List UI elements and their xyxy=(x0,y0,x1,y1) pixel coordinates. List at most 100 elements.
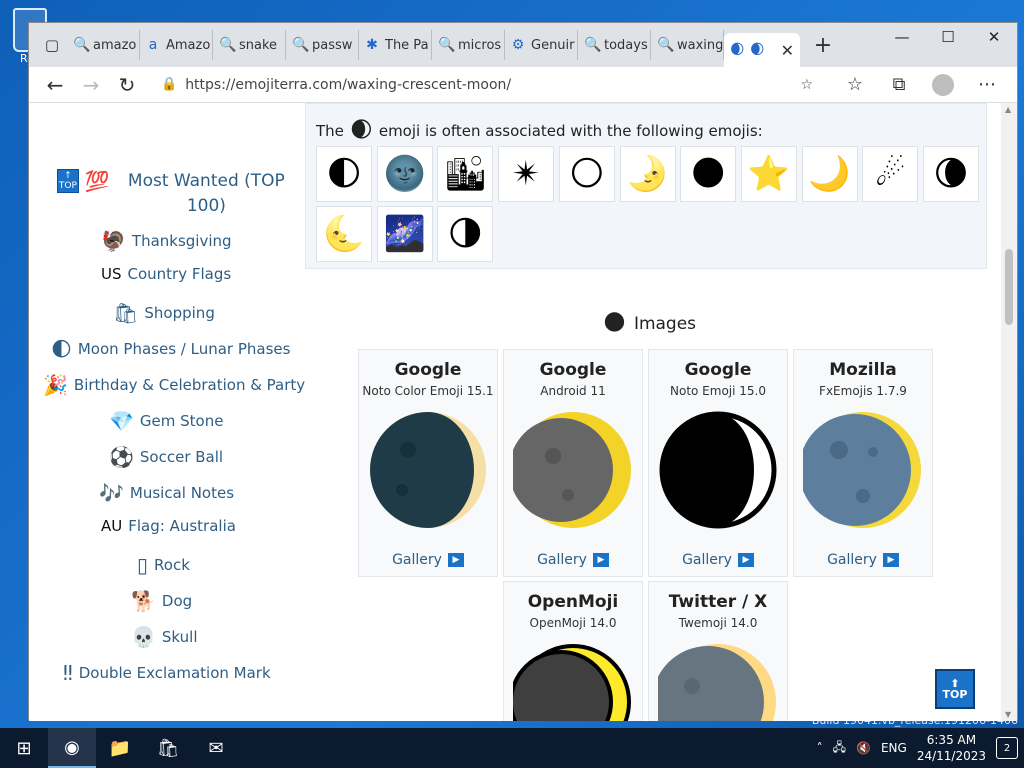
related-emoji-tile[interactable]: 🌜 xyxy=(316,206,372,262)
image-card-google: Google Android 11 Gallery ▶ xyxy=(503,349,643,577)
related-emoji-tile[interactable]: ⭐ xyxy=(740,146,797,202)
play-icon: ▶ xyxy=(737,553,754,567)
tab-8[interactable]: 🔍 waxing xyxy=(651,30,724,60)
tab-1[interactable]: a Amazo xyxy=(140,30,213,60)
related-emoji-tile[interactable]: ☄ xyxy=(862,146,919,202)
gallery-link[interactable]: Gallery ▶ xyxy=(504,552,642,568)
chevron-up-icon[interactable]: ˄ xyxy=(817,741,823,755)
clock-time: 6:35 AM xyxy=(926,733,977,747)
sidebar-item-birthday-celebration-party[interactable]: 🎉 Birthday & Celebration & Party xyxy=(43,373,305,397)
sidebar-item-dog[interactable]: 🐕 Dog xyxy=(131,589,192,613)
profile-button[interactable] xyxy=(921,70,965,100)
related-caption: The 🌒 emoji is often associated with the… xyxy=(316,118,763,143)
scroll-up-icon[interactable]: ▲ xyxy=(1005,105,1011,114)
minimize-button[interactable]: — xyxy=(879,23,925,51)
tab-5[interactable]: 🔍 micros xyxy=(432,30,505,60)
sidebar-item-thanksgiving[interactable]: 🦃 Thanksgiving xyxy=(101,229,232,253)
refresh-button[interactable]: ↻ xyxy=(109,70,145,100)
network-icon[interactable]: 🖧 xyxy=(833,738,846,759)
taskbar: ⊞ ◉ 📁 🛍 ✉ ˄ 🖧 🔇 ENG 6:35 AM 24/11/2023 2 xyxy=(0,728,1024,768)
file-explorer-icon[interactable]: 📁 xyxy=(96,728,144,768)
sidebar-item-label: Skull xyxy=(161,628,198,646)
sidebar-item-musical-notes[interactable]: 🎶 Musical Notes xyxy=(99,481,234,505)
related-emoji-tile[interactable]: 🏙 xyxy=(437,146,494,202)
tab-strip: 🔍 amazo a Amazo 🔍 snake 🔍 passw ✱ The Pa 🔍 micros ⚙ G… xyxy=(67,30,724,60)
notification-center-icon[interactable]: 2 xyxy=(996,737,1018,759)
sidebar-item-shopping[interactable]: 🛍 Shopping xyxy=(113,301,215,325)
clock[interactable]: 6:35 AM 24/11/2023 xyxy=(917,732,986,764)
forward-button[interactable]: → xyxy=(73,70,109,100)
tab-favicon-icon: 🔍 xyxy=(292,37,310,53)
sidebar-item-icon: 💎 xyxy=(109,409,134,433)
tab-2[interactable]: 🔍 snake xyxy=(213,30,286,60)
close-tab-icon[interactable]: ✕ xyxy=(781,41,794,60)
sidebar-item-icon: 🎉 xyxy=(43,373,68,397)
sidebar-item-country-flags[interactable]: US Country Flags xyxy=(101,265,231,283)
add-favorite-icon[interactable]: ☆ xyxy=(800,77,813,93)
related-emoji-tile[interactable]: 🌗 xyxy=(437,206,494,262)
sidebar-item-soccer-ball[interactable]: ⚽ Soccer Ball xyxy=(109,445,223,469)
most-wanted-link[interactable]: ↑ TOP 💯 Most Wanted (TOP 100) xyxy=(57,169,297,219)
tab-6[interactable]: ⚙ Genuir xyxy=(505,30,578,60)
sidebar-item-skull[interactable]: 💀 Skull xyxy=(131,625,198,649)
card-vendor: Google xyxy=(539,360,607,380)
new-tab-button[interactable]: + xyxy=(806,33,840,58)
tab-0[interactable]: 🔍 amazo xyxy=(67,30,140,60)
store-icon[interactable]: 🛍 xyxy=(144,728,192,768)
related-emoji-icon: 🌑 xyxy=(690,154,726,194)
related-emoji-tile[interactable]: 🌕 xyxy=(558,146,615,202)
sidebar-item-icon: 🦃 xyxy=(101,229,126,253)
related-emoji-tile[interactable]: 🌚 xyxy=(376,146,433,202)
language-indicator[interactable]: ENG xyxy=(881,741,907,755)
edge-taskbar-icon[interactable]: ◉ xyxy=(48,728,96,768)
gallery-link[interactable]: Gallery ▶ xyxy=(359,552,497,568)
top-label: TOP xyxy=(942,688,968,701)
close-window-button[interactable]: ✕ xyxy=(971,23,1017,51)
play-icon: ▶ xyxy=(592,553,609,567)
tab-7[interactable]: 🔍 todays xyxy=(578,30,651,60)
back-to-top-button[interactable]: ⬆ TOP xyxy=(935,669,975,709)
related-emoji-icon: 🌙 xyxy=(808,154,851,194)
mail-icon[interactable]: ✉ xyxy=(192,728,240,768)
related-emoji-tile[interactable]: 🌓 xyxy=(316,146,372,202)
related-emoji-tile[interactable]: 🌙 xyxy=(801,146,858,202)
gallery-label: Gallery xyxy=(827,552,877,568)
start-button[interactable]: ⊞ xyxy=(0,728,48,768)
sidebar-item-rock[interactable]: ▯ Rock xyxy=(137,553,190,577)
sidebar-item-icon: 🛍 xyxy=(113,301,139,325)
related-emoji-tile[interactable]: 🌌 xyxy=(376,206,433,262)
sidebar-item-gem-stone[interactable]: 💎 Gem Stone xyxy=(109,409,223,433)
sidebar-item-moon-phases-lunar-phases[interactable]: 🌓 Moon Phases / Lunar Phases xyxy=(51,337,290,361)
window-controls: — ☐ ✕ xyxy=(879,23,1017,51)
related-emoji-tile[interactable]: 🌛 xyxy=(619,146,676,202)
sidebar-item-double-exclamation-mark[interactable]: ‼ Double Exclamation Mark xyxy=(63,661,271,685)
related-emoji-tile[interactable]: 🌘 xyxy=(923,146,979,202)
tab-actions-icon[interactable]: ▢ xyxy=(37,30,67,60)
tab-4[interactable]: ✱ The Pa xyxy=(359,30,432,60)
image-card-twitter-x: Twitter / X Twemoji 14.0 xyxy=(648,581,788,721)
url-field[interactable]: 🔒 https://emojiterra.com/waxing-crescent… xyxy=(151,70,823,100)
scrollbar[interactable]: ▲ ▼ xyxy=(1001,103,1017,721)
top-badge-icon: ↑ TOP xyxy=(57,169,79,193)
related-emoji-tile[interactable]: 🌑 xyxy=(680,146,737,202)
gallery-link[interactable]: Gallery ▶ xyxy=(794,552,932,568)
back-button[interactable]: ← xyxy=(37,70,73,100)
related-emoji-tile[interactable]: ✴ xyxy=(498,146,555,202)
url-text: https://emojiterra.com/waxing-crescent-m… xyxy=(185,76,512,93)
tab-3[interactable]: 🔍 passw xyxy=(286,30,359,60)
scrollbar-thumb[interactable] xyxy=(1005,249,1013,325)
maximize-button[interactable]: ☐ xyxy=(925,23,971,51)
sidebar-item-flag-australia[interactable]: AU Flag: Australia xyxy=(101,517,236,535)
tab-active[interactable]: 🌒 🌒 ✕ xyxy=(724,33,800,67)
sidebar-item-label: Rock xyxy=(154,556,190,574)
related-emoji-icon: 🌕 xyxy=(569,154,605,194)
favorites-icon[interactable]: ☆ xyxy=(833,70,877,100)
scroll-down-icon[interactable]: ▼ xyxy=(1005,710,1011,719)
volume-muted-icon[interactable]: 🔇 xyxy=(856,741,871,755)
collections-icon[interactable]: ⧉ xyxy=(877,70,921,100)
gallery-link[interactable]: Gallery ▶ xyxy=(649,552,787,568)
card-version: OpenMoji 14.0 xyxy=(529,616,617,630)
card-version: Twemoji 14.0 xyxy=(678,616,758,630)
most-wanted-label: Most Wanted (TOP 100) xyxy=(127,171,285,216)
settings-more-icon[interactable]: ⋯ xyxy=(965,70,1009,100)
